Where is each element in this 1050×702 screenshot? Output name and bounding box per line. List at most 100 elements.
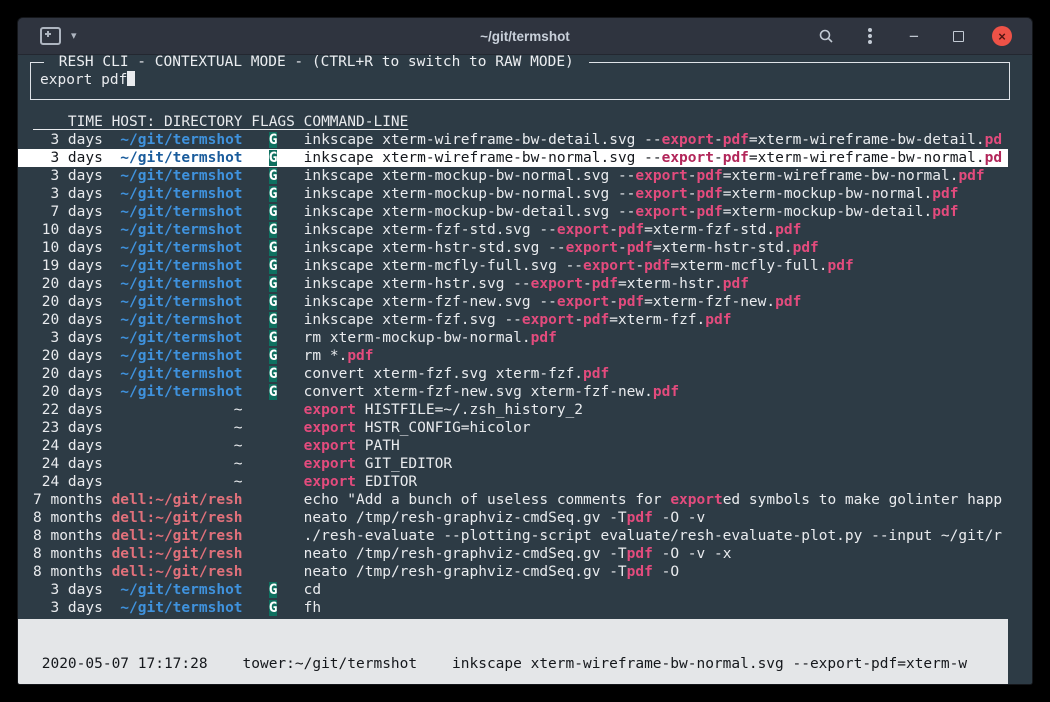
row-host-directory: dell:~/git/resh (112, 528, 243, 544)
search-icon[interactable] (816, 26, 836, 46)
minimize-icon: − (909, 28, 919, 45)
row-host-directory: ~/git/termshot (112, 276, 243, 292)
row-host-directory: ~/git/termshot (112, 204, 243, 220)
search-match: export (566, 240, 618, 256)
history-row[interactable]: 20 days ~/git/termshot G inkscape xterm-… (18, 311, 1008, 329)
search-match: export (635, 204, 687, 220)
row-flags: G (251, 132, 295, 148)
history-row[interactable]: 24 days ~ export EDITOR (18, 473, 1008, 491)
search-match: pdf (644, 258, 670, 274)
titlebar: ▾ ~/git/termshot − × (18, 18, 1032, 55)
row-flags: G (251, 582, 295, 598)
search-match: pd (985, 132, 1002, 148)
row-time: 8 months (33, 510, 103, 526)
history-row[interactable]: 7 days ~/git/termshot G inkscape xterm-m… (18, 203, 1008, 221)
row-command: inkscape xterm-fzf-new.svg --export-pdf=… (304, 294, 802, 310)
history-row[interactable]: 20 days ~/git/termshot G inkscape xterm-… (18, 293, 1008, 311)
history-row[interactable]: 3 days ~/git/termshot G fh (18, 599, 1008, 617)
status-line-1: 2020-05-07 17:17:28 tower:~/git/termshot… (33, 655, 1008, 673)
row-host-directory: ~/git/termshot (112, 168, 243, 184)
git-flag-badge: G (269, 582, 278, 598)
row-command: convert xterm-fzf-new.svg xterm-fzf-new.… (304, 384, 679, 400)
row-command: inkscape xterm-fzf-std.svg --export-pdf=… (304, 222, 802, 238)
row-command: inkscape xterm-wireframe-bw-normal.svg -… (304, 150, 1002, 166)
history-row[interactable]: 23 days ~ export HSTR_CONFIG=hicolor (18, 419, 1008, 437)
minimize-button[interactable]: − (904, 26, 924, 46)
status-bar: 2020-05-07 17:17:28 tower:~/git/termshot… (18, 619, 1008, 684)
close-button[interactable]: × (992, 26, 1012, 46)
git-flag-badge: G (269, 312, 278, 328)
row-command: export PATH (304, 438, 400, 454)
row-time: 19 days (33, 258, 103, 274)
search-match: pdf (583, 312, 609, 328)
new-tab-icon[interactable] (40, 27, 61, 45)
screen: ▾ ~/git/termshot − × RESH CLI - CONTEXTU… (0, 0, 1050, 702)
restore-button[interactable] (948, 26, 968, 46)
history-row[interactable]: 20 days ~/git/termshot G convert xterm-f… (18, 383, 1008, 401)
history-row[interactable]: 8 months dell:~/git/resh neato /tmp/resh… (18, 563, 1008, 581)
row-time: 3 days (33, 582, 103, 598)
git-flag-badge: G (269, 222, 278, 238)
search-match: pdf (793, 240, 819, 256)
search-match: export (583, 258, 635, 274)
row-flags: G (251, 348, 295, 364)
row-time: 20 days (33, 294, 103, 310)
terminal-content: RESH CLI - CONTEXTUAL MODE - (CTRL+R to … (18, 55, 1032, 684)
git-flag-badge: G (269, 150, 278, 166)
search-match: pdf (828, 258, 854, 274)
history-row[interactable]: 24 days ~ export PATH (18, 437, 1008, 455)
search-match: pdf (958, 168, 984, 184)
row-command: inkscape xterm-mockup-bw-normal.svg --ex… (304, 168, 985, 184)
search-match: export (557, 294, 609, 310)
history-row[interactable]: 24 days ~ export GIT_EDITOR (18, 455, 1008, 473)
row-command: export EDITOR (304, 474, 418, 490)
menu-kebab-icon[interactable] (860, 26, 880, 46)
search-match: export (635, 168, 687, 184)
row-command: ./resh-evaluate --plotting-script evalua… (304, 528, 1002, 544)
search-panel: RESH CLI - CONTEXTUAL MODE - (CTRL+R to … (30, 62, 1010, 100)
search-match: export (635, 186, 687, 202)
row-host-directory: dell:~/git/resh (112, 492, 243, 508)
row-flags: G (251, 600, 295, 616)
row-command: export GIT_EDITOR (304, 456, 452, 472)
row-host-directory: ~ (112, 402, 243, 418)
row-flags: G (251, 294, 295, 310)
history-row[interactable]: 19 days ~/git/termshot G inkscape xterm-… (18, 257, 1008, 275)
history-row[interactable]: 3 days ~/git/termshot G inkscape xterm-m… (18, 185, 1008, 203)
row-command: echo "Add a bunch of useless comments fo… (304, 492, 1002, 508)
row-flags: G (251, 150, 295, 166)
row-command: rm *.pdf (304, 348, 374, 364)
git-flag-badge: G (269, 132, 278, 148)
history-row[interactable]: 20 days ~/git/termshot G inkscape xterm-… (18, 275, 1008, 293)
row-host-directory: dell:~/git/resh (112, 510, 243, 526)
history-row[interactable]: 8 months dell:~/git/resh ./resh-evaluate… (18, 527, 1008, 545)
search-match: pdf (705, 312, 731, 328)
history-row[interactable]: 10 days ~/git/termshot G inkscape xterm-… (18, 239, 1008, 257)
history-row[interactable]: 10 days ~/git/termshot G inkscape xterm-… (18, 221, 1008, 239)
git-flag-badge: G (269, 384, 278, 400)
row-flags (251, 438, 295, 454)
row-time: 10 days (33, 222, 103, 238)
row-host-directory: ~ (112, 474, 243, 490)
row-host-directory: ~/git/termshot (112, 150, 243, 166)
row-command: neato /tmp/resh-graphviz-cmdSeq.gv -Tpdf… (304, 546, 732, 562)
row-command: export HSTR_CONFIG=hicolor (304, 420, 531, 436)
row-flags: G (251, 168, 295, 184)
history-row[interactable]: 8 months dell:~/git/resh neato /tmp/resh… (18, 509, 1008, 527)
history-row[interactable]: 20 days ~/git/termshot G rm *.pdf (18, 347, 1008, 365)
row-flags (251, 420, 295, 436)
history-row[interactable]: 20 days ~/git/termshot G convert xterm-f… (18, 365, 1008, 383)
history-row[interactable]: 8 months dell:~/git/resh neato /tmp/resh… (18, 545, 1008, 563)
history-row[interactable]: 3 days ~/git/termshot G inkscape xterm-m… (18, 167, 1008, 185)
history-row[interactable]: 3 days ~/git/termshot G cd (18, 581, 1008, 599)
search-match: pdf (775, 222, 801, 238)
history-row-selected[interactable]: 3 days ~/git/termshot G inkscape xterm-w… (18, 149, 1008, 167)
row-command: inkscape xterm-fzf.svg --export-pdf=xter… (304, 312, 732, 328)
history-row[interactable]: 3 days ~/git/termshot G rm xterm-mockup-… (18, 329, 1008, 347)
history-row[interactable]: 22 days ~ export HISTFILE=~/.zsh_history… (18, 401, 1008, 419)
row-host-directory: ~ (112, 438, 243, 454)
git-flag-badge: G (269, 330, 278, 346)
history-row[interactable]: 7 months dell:~/git/resh echo "Add a bun… (18, 491, 1008, 509)
history-row[interactable]: 3 days ~/git/termshot G inkscape xterm-w… (18, 131, 1008, 149)
chevron-down-icon[interactable]: ▾ (71, 31, 77, 42)
